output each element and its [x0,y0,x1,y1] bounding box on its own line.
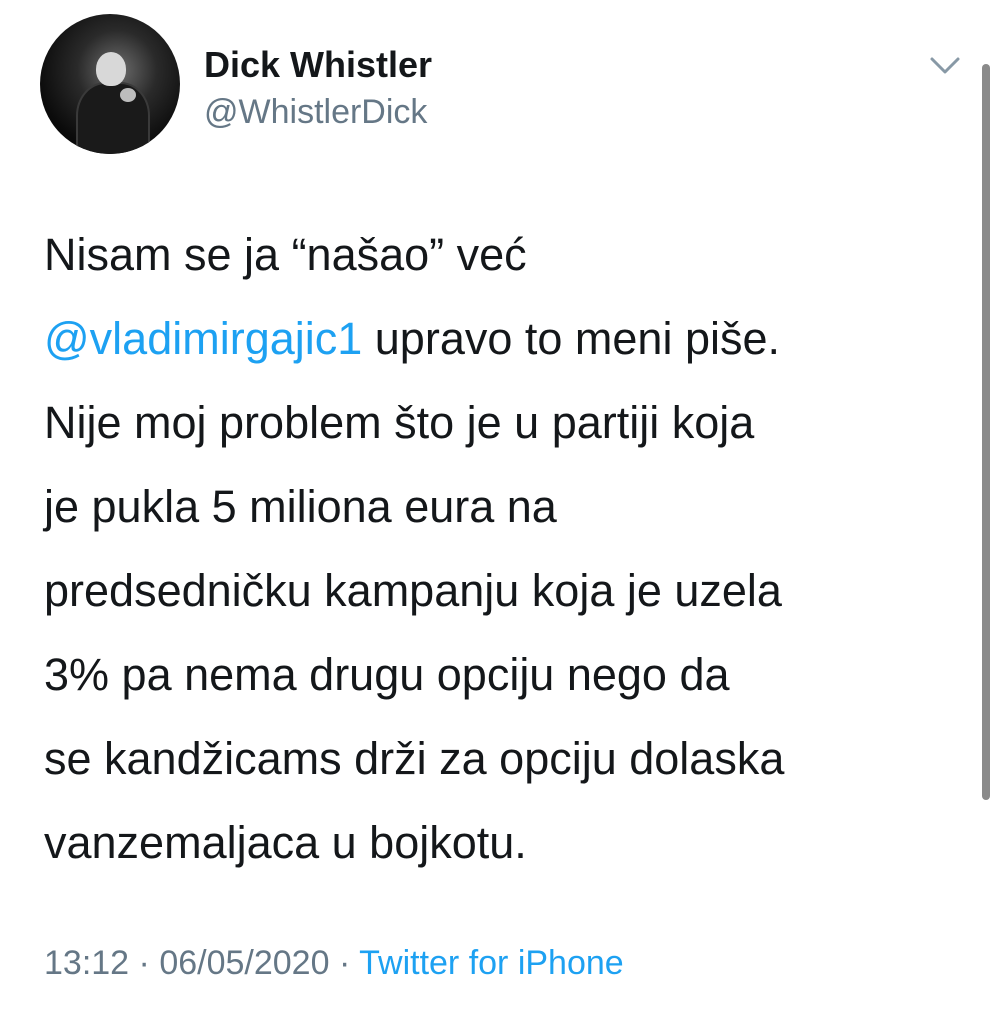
tweet-line: predsedničku kampanju koja je uzela [44,565,782,616]
author-handle[interactable]: @WhistlerDick [204,93,427,132]
mention-link[interactable]: @vladimirgajic1 [44,313,362,364]
scrollbar[interactable] [982,64,990,800]
avatar-figure-hand [120,88,136,102]
tweet-date[interactable]: 06/05/2020 [159,944,329,982]
tweet-line-text: upravo to meni piše. [362,313,781,364]
meta-separator: · [338,944,351,982]
tweet-card: Dick Whistler @WhistlerDick Nisam se ja … [0,0,1000,1018]
tweet-line: Nisam se ja “našao” već [44,229,527,280]
chevron-down-icon[interactable] [928,52,962,78]
tweet-text: Nisam se ja “našao” već @vladimirgajic1 … [44,213,964,885]
tweet-line: vanzemaljaca u bojkotu. [44,817,527,868]
tweet-line: se kandžicams drži za opciju dolaska [44,733,785,784]
tweet-line: 3% pa nema drugu opciju nego da [44,649,730,700]
tweet-line: je pukla 5 miliona eura na [44,481,557,532]
tweet-meta: 13:12 · 06/05/2020 · Twitter for iPhone [44,944,624,983]
meta-separator: · [138,944,150,982]
avatar[interactable] [40,14,180,154]
author-display-name[interactable]: Dick Whistler [204,44,432,86]
tweet-line: @vladimirgajic1 upravo to meni piše. [44,297,964,381]
avatar-figure-head [96,52,126,86]
tweet-time[interactable]: 13:12 [44,944,129,982]
tweet-line: Nije moj problem što je u partiji koja [44,397,755,448]
tweet-source-link[interactable]: Twitter for iPhone [359,944,624,982]
avatar-figure-body [76,82,150,154]
